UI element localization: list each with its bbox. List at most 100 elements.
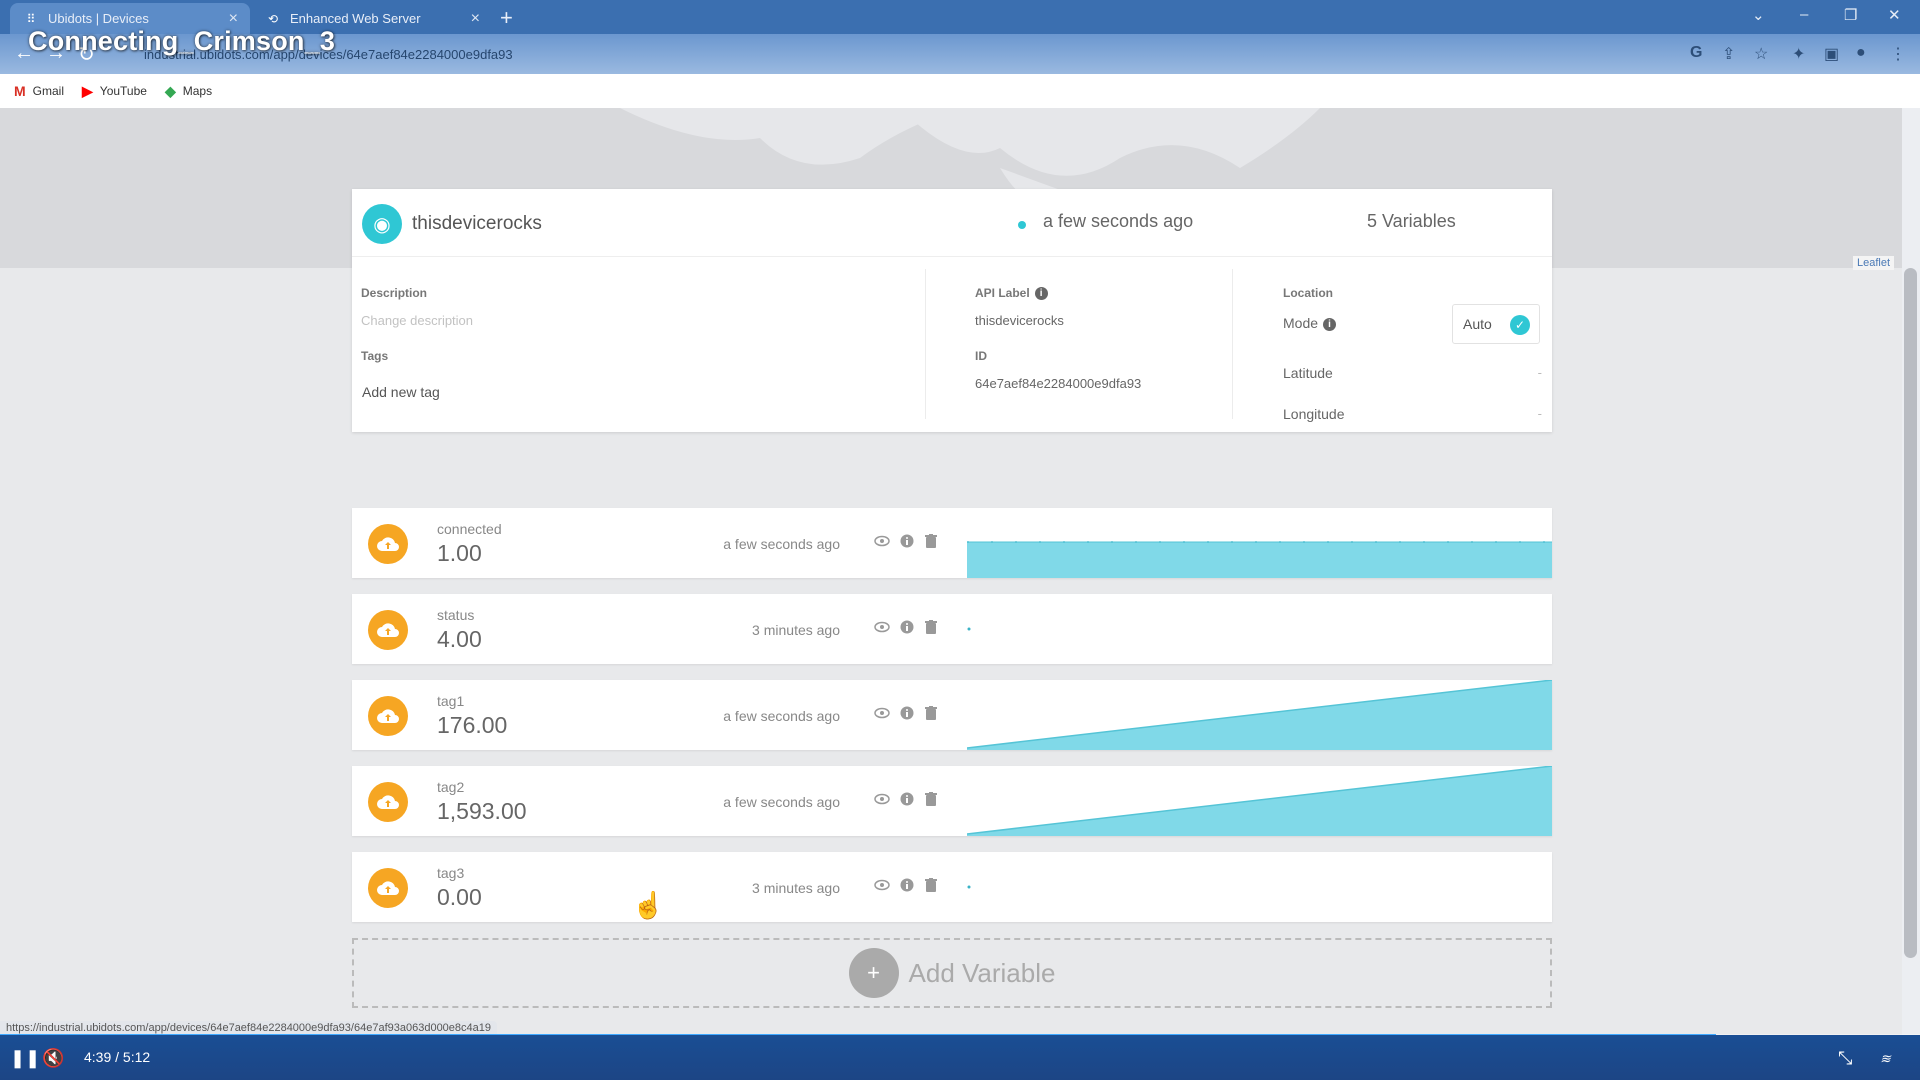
trash-icon[interactable] xyxy=(922,618,940,636)
variable-sparkline[interactable] xyxy=(967,594,1552,664)
info-icon[interactable]: i xyxy=(1323,317,1337,331)
link-icon: ⟲ xyxy=(267,11,279,26)
variable-last-update: 3 minutes ago xyxy=(752,622,840,638)
variable-sparkline[interactable] xyxy=(967,766,1552,836)
column-divider xyxy=(1232,269,1233,419)
variable-value: 176.00 xyxy=(437,712,508,738)
variable-row-tag1[interactable]: tag1 176.00 a few seconds ago xyxy=(352,680,1552,750)
variable-sparkline[interactable] xyxy=(967,852,1552,922)
longitude-label: Longitude xyxy=(1283,406,1345,422)
variable-value: 1,593.00 xyxy=(437,798,527,824)
bookmark-maps[interactable]: ◆ Maps xyxy=(165,83,212,100)
info-icon[interactable] xyxy=(898,618,916,636)
column-divider xyxy=(925,269,926,419)
variable-sparkline[interactable] xyxy=(967,508,1552,578)
cloud-upload-icon xyxy=(368,696,408,736)
device-name[interactable]: thisdevicerocks xyxy=(412,213,542,235)
tab-list-icon[interactable]: ⌄ xyxy=(1752,6,1765,24)
hand-cursor-icon: ☝ xyxy=(632,890,665,920)
side-panel-icon[interactable]: ▣ xyxy=(1824,44,1839,64)
close-window-icon[interactable]: ✕ xyxy=(1888,6,1901,24)
bookmark-label: Maps xyxy=(182,84,213,98)
device-card: ◉ thisdevicerocks a few seconds ago 5 Va… xyxy=(352,189,1552,432)
variable-value: 4.00 xyxy=(437,626,482,652)
scrollbar-thumb[interactable] xyxy=(1904,268,1917,958)
variable-row-tag2[interactable]: tag2 1,593.00 a few seconds ago xyxy=(352,766,1552,836)
variables-count: 5 Variables xyxy=(1367,211,1456,231)
profile-icon[interactable]: ● xyxy=(1856,44,1866,62)
latitude-label: Latitude xyxy=(1283,365,1333,381)
variable-sparkline[interactable] xyxy=(967,680,1552,750)
exit-fullscreen-icon[interactable]: ⤡ xyxy=(1838,1048,1852,1069)
mode-label: Mode i xyxy=(1283,315,1337,331)
mute-icon[interactable]: 🔇 xyxy=(42,1048,64,1069)
close-icon[interactable]: × xyxy=(471,10,480,28)
bookmark-youtube[interactable]: ▶ YouTube xyxy=(82,83,147,100)
plus-icon: + xyxy=(848,948,899,998)
add-variable-label: Add Variable xyxy=(908,957,1056,988)
minimize-icon[interactable]: – xyxy=(1800,6,1808,23)
tab-title: Enhanced Web Server xyxy=(290,11,421,26)
trash-icon[interactable] xyxy=(922,876,940,894)
close-icon[interactable]: × xyxy=(229,10,238,28)
info-icon[interactable] xyxy=(898,704,916,722)
info-icon[interactable]: i xyxy=(1034,287,1048,301)
google-icon[interactable]: G xyxy=(1690,44,1702,62)
share-icon[interactable]: ⇪ xyxy=(1722,44,1735,64)
ubidots-icon: ⠿ xyxy=(26,11,36,26)
api-label-value[interactable]: thisdevicerocks xyxy=(975,313,1064,328)
bookmark-label: YouTube xyxy=(99,84,147,98)
variable-name: tag2 xyxy=(437,779,465,795)
leaflet-attribution[interactable]: Leaflet xyxy=(1852,256,1894,270)
star-icon[interactable]: ☆ xyxy=(1754,44,1768,64)
device-id-value: 64e7aef84e2284000e9dfa93 xyxy=(975,376,1142,391)
variable-name: connected xyxy=(437,521,502,537)
variable-last-update: a few seconds ago xyxy=(723,794,840,810)
new-tab-button[interactable]: + xyxy=(500,5,513,31)
menu-icon[interactable]: ⋮ xyxy=(1890,44,1906,64)
extensions-icon[interactable]: ✦ xyxy=(1792,44,1805,64)
bookmark-gmail[interactable]: M Gmail xyxy=(14,83,64,99)
eye-icon[interactable] xyxy=(873,876,891,894)
maps-icon: ◆ xyxy=(164,82,176,99)
bookmark-label: Gmail xyxy=(32,84,65,98)
variable-last-update: a few seconds ago xyxy=(723,536,840,552)
eye-icon[interactable] xyxy=(873,532,891,550)
info-icon[interactable] xyxy=(898,876,916,894)
trash-icon[interactable] xyxy=(922,532,940,550)
variable-row-status[interactable]: status 4.00 3 minutes ago xyxy=(352,594,1552,664)
cloud-upload-icon xyxy=(368,524,408,564)
eye-icon[interactable] xyxy=(873,704,891,722)
info-icon[interactable] xyxy=(898,532,916,550)
eye-icon[interactable] xyxy=(873,618,891,636)
variable-row-tag3[interactable]: tag3 0.00 3 minutes ago ☝ xyxy=(352,852,1552,922)
description-field[interactable]: Change description xyxy=(361,313,473,328)
youtube-icon: ▶ xyxy=(82,82,93,99)
id-label: ID xyxy=(975,349,987,363)
variable-value: 0.00 xyxy=(437,884,482,910)
bookmarks-bar: M Gmail ▶ YouTube ◆ Maps xyxy=(0,74,1920,108)
longitude-value[interactable]: - xyxy=(1538,406,1542,421)
variable-name: tag1 xyxy=(437,693,465,709)
location-mode-select[interactable]: Auto ✓ xyxy=(1452,304,1540,344)
location-label: Location xyxy=(1283,286,1333,300)
gmail-icon: M xyxy=(14,83,26,99)
add-tag-input[interactable]: Add new tag xyxy=(362,384,440,400)
restore-icon[interactable]: ❐ xyxy=(1844,6,1857,24)
status-dot-icon xyxy=(1018,221,1026,229)
page-content: Leaflet ◉ thisdevicerocks a few seconds … xyxy=(0,108,1902,1035)
info-icon[interactable] xyxy=(898,790,916,808)
variable-name: tag3 xyxy=(437,865,465,881)
variable-value: 1.00 xyxy=(437,540,482,566)
trash-icon[interactable] xyxy=(922,790,940,808)
eye-icon[interactable] xyxy=(873,790,891,808)
variable-row-connected[interactable]: connected 1.00 a few seconds ago xyxy=(352,508,1552,578)
trash-icon[interactable] xyxy=(922,704,940,722)
device-icon[interactable]: ◉ xyxy=(362,204,402,244)
pause-icon[interactable]: ❚❚ xyxy=(10,1048,40,1069)
brand-logo-icon: ≋ xyxy=(1880,1051,1891,1066)
cloud-upload-icon xyxy=(368,610,408,650)
tab-title: Ubidots | Devices xyxy=(48,11,149,26)
add-variable-button[interactable]: + Add Variable xyxy=(352,938,1552,1008)
latitude-value[interactable]: - xyxy=(1538,365,1542,380)
